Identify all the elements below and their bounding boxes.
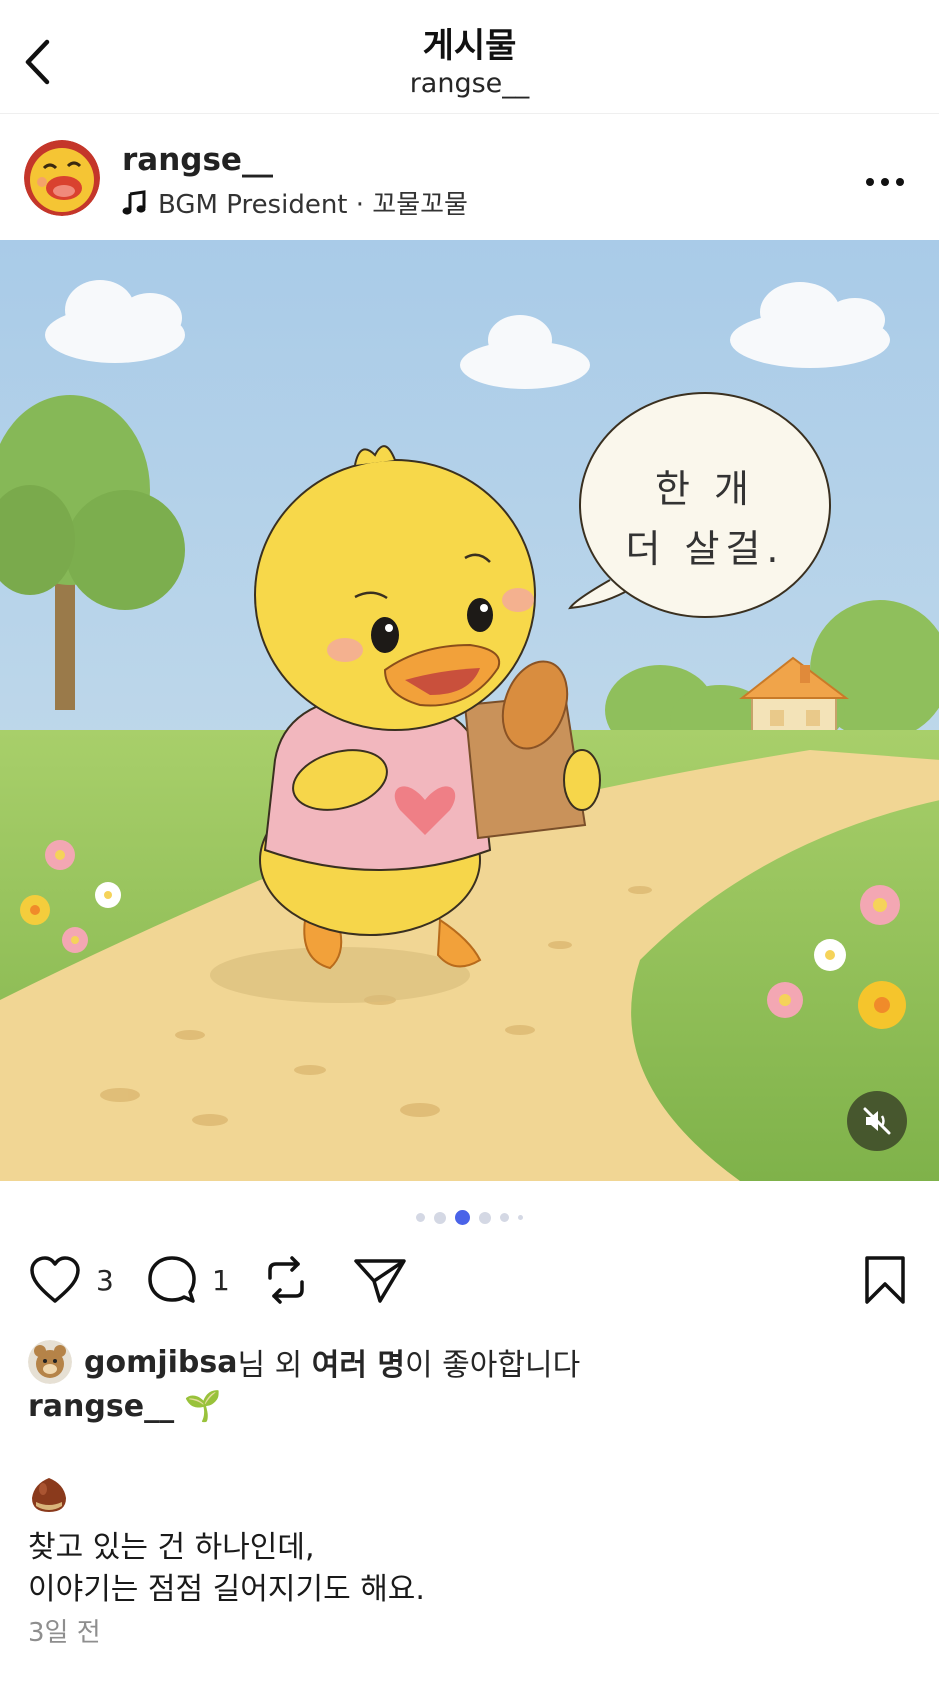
likes-text-2: 이 좋아합니다 (405, 1348, 581, 1383)
chestnut-icon (32, 1478, 66, 1512)
more-options-button[interactable] (857, 162, 913, 202)
carousel-dot (500, 1213, 509, 1222)
post-image[interactable]: 한 개 더 살걸. (0, 240, 939, 1181)
like-count: 3 (96, 1263, 114, 1297)
liker-avatar (28, 1340, 72, 1384)
music-info[interactable]: BGM President · 꼬물꼬물 (122, 184, 468, 221)
caption-line-2: 이야기는 점점 길어지기도 해요. (28, 1572, 425, 1607)
page-subtitle[interactable]: rangse__ (0, 68, 939, 99)
post-header: rangse__ BGM President · 꼬물꼬물 (0, 114, 939, 240)
repost-button[interactable] (262, 1250, 310, 1310)
likes-text-1: 님 외 (237, 1348, 312, 1383)
author-avatar[interactable] (24, 140, 100, 216)
likes-others[interactable]: 여러 명 (312, 1340, 405, 1384)
carousel-dot (434, 1211, 446, 1224)
sprout-icon: 🌱 (184, 1389, 222, 1424)
caption-header: rangse__ 🌱 (28, 1389, 221, 1424)
liker-username[interactable]: gomjibsa (84, 1345, 238, 1380)
carousel-dot (416, 1213, 425, 1222)
likes-summary[interactable]: gomjibsa 님 외 여러 명 이 좋아합니다 (28, 1340, 580, 1384)
author-username[interactable]: rangse__ (122, 142, 273, 178)
speech-line-1: 한 개 (655, 467, 755, 511)
like-button[interactable]: 3 (28, 1250, 114, 1310)
top-bar: 게시물 rangse__ (0, 0, 939, 114)
more-icon (866, 178, 904, 186)
music-note-icon (122, 189, 146, 215)
carousel-dot-active (455, 1210, 470, 1225)
action-bar: 3 1 (0, 1250, 939, 1310)
bookmark-icon (865, 1256, 905, 1304)
comment-icon (148, 1256, 196, 1303)
mute-icon (863, 1107, 891, 1135)
carousel-dot (518, 1215, 523, 1220)
share-button[interactable] (352, 1250, 408, 1310)
repost-icon (268, 1256, 304, 1304)
page-title: 게시물 (422, 26, 517, 66)
speech-line-2: 더 살걸. (625, 527, 784, 571)
post-timestamp: 3일 전 (28, 1618, 101, 1648)
send-icon (354, 1259, 406, 1303)
bookmark-button[interactable] (862, 1250, 908, 1310)
comment-button[interactable]: 1 (146, 1250, 230, 1310)
caption-username[interactable]: rangse__ (28, 1389, 174, 1424)
carousel-dot (479, 1211, 491, 1224)
comment-count: 1 (212, 1263, 230, 1297)
music-label: BGM President · 꼬물꼬물 (158, 190, 468, 220)
caption-line-1: 찾고 있는 건 하나인데, (28, 1530, 315, 1565)
carousel-indicator (0, 1210, 939, 1225)
heart-icon (30, 1256, 80, 1303)
mute-button[interactable] (847, 1091, 907, 1151)
